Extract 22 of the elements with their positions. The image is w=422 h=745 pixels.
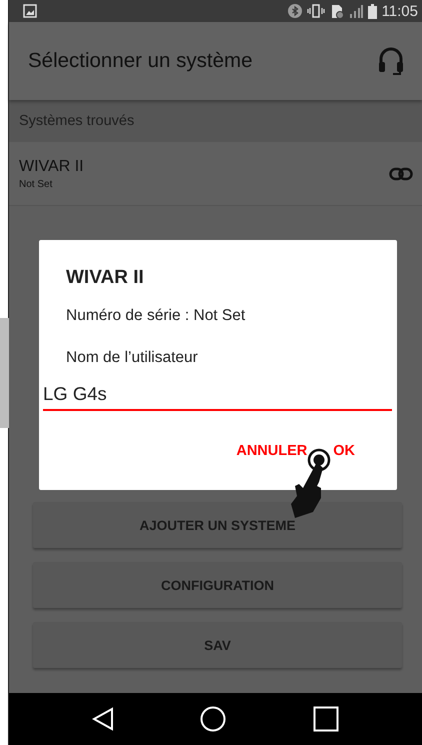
menu-button[interactable]: CONFIGURATION <box>33 562 402 608</box>
image-icon <box>23 4 37 18</box>
vibrate-icon <box>306 4 325 18</box>
back-icon[interactable] <box>92 707 114 731</box>
sd-card-icon <box>330 4 344 18</box>
section-header: Systèmes trouvés <box>9 100 422 142</box>
status-time: 11:05 <box>382 2 418 20</box>
battery-icon <box>368 4 377 18</box>
system-name: WIVAR II <box>19 158 84 176</box>
app-title: Sélectionner un système <box>28 49 252 73</box>
menu-button[interactable]: AJOUTER UN SYSTEME <box>33 502 402 548</box>
bluetooth-icon <box>288 4 302 18</box>
home-icon[interactable] <box>200 706 226 732</box>
signal-icon <box>348 4 363 18</box>
serial-number-text: Numéro de série : Not Set <box>65 307 246 325</box>
field-label: Nom de l’utilisateur <box>65 349 199 367</box>
headset-icon[interactable] <box>378 46 404 76</box>
recents-icon[interactable] <box>312 706 339 732</box>
system-serial: Not Set <box>19 178 54 190</box>
link-icon[interactable] <box>389 166 413 180</box>
menu-button[interactable]: SAV <box>33 622 402 668</box>
dialog-title: WIVAR II <box>65 267 145 289</box>
